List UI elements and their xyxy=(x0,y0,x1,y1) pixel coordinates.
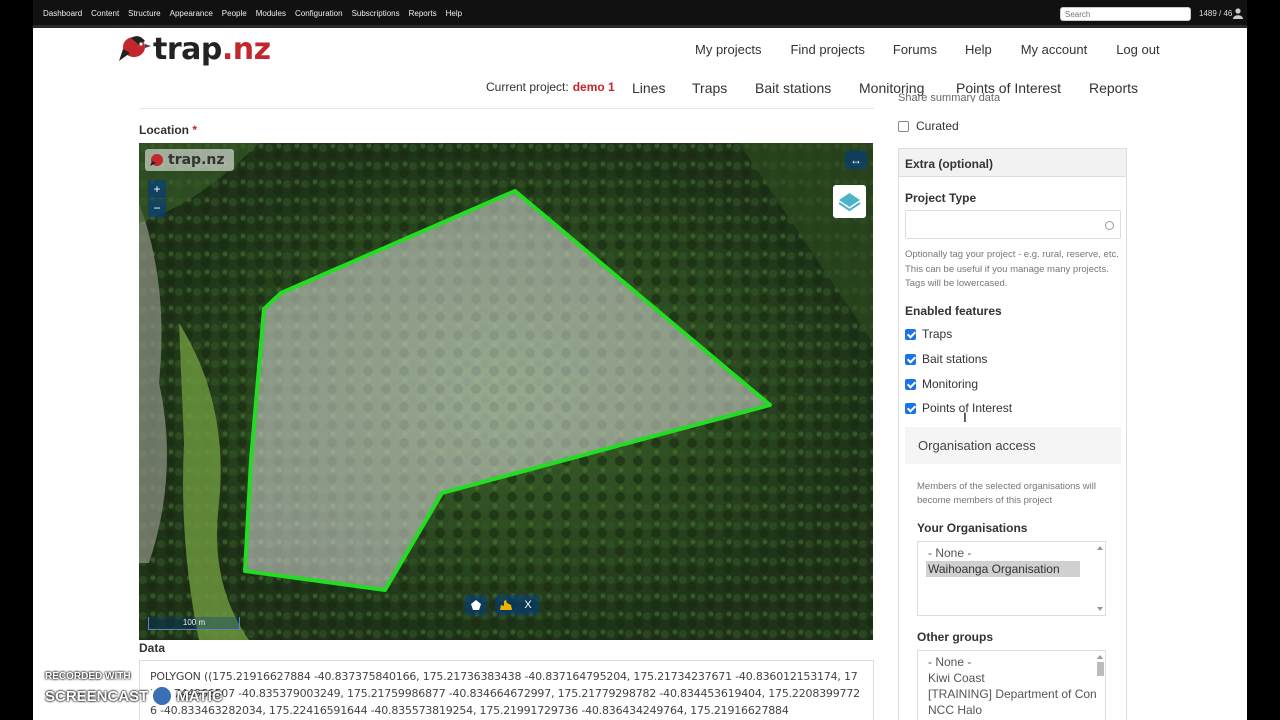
fullscreen-button[interactable]: ↔ xyxy=(845,151,867,169)
project-nav-reports[interactable]: Reports xyxy=(1089,80,1138,96)
project-nav-bait-stations[interactable]: Bait stations xyxy=(755,80,831,96)
other-group-option[interactable]: - None - xyxy=(928,654,1095,670)
site-logo[interactable]: trap.nz xyxy=(117,31,271,67)
admin-menu-structure[interactable]: Structure xyxy=(128,9,160,18)
project-nav-lines[interactable]: Lines xyxy=(632,80,665,96)
your-org-option-none[interactable]: - None - xyxy=(928,545,1095,561)
screencast-watermark: RECORDED WITH SCREENCAST MATIC xyxy=(45,671,223,708)
draw-polygon-button[interactable] xyxy=(465,595,487,615)
bird-logo-icon xyxy=(119,36,151,61)
curated-label: Curated xyxy=(916,119,959,133)
admin-menu-appearance[interactable]: Appearance xyxy=(170,9,213,18)
top-navigation: My projects Find projects Forums Help My… xyxy=(695,42,1160,57)
logo-text-bound: trap.nz xyxy=(153,31,271,67)
scrollbar[interactable] xyxy=(1096,543,1104,614)
scale-bar: 100 m xyxy=(148,617,240,630)
admin-menu-content[interactable]: Content xyxy=(91,9,119,18)
screencast-logo-icon xyxy=(150,684,175,708)
hand-edit-icon xyxy=(500,600,512,610)
other-groups-select[interactable]: - None - Kiwi Coast [TRAINING] Departmen… xyxy=(917,650,1106,720)
bird-logo-icon xyxy=(150,154,163,166)
admin-counter: 1489 / 46 xyxy=(1199,9,1233,18)
drawn-polygon[interactable] xyxy=(139,143,873,640)
scrollbar[interactable] xyxy=(1096,652,1104,720)
layer-switcher-button[interactable] xyxy=(833,185,866,218)
watermark-bottom: SCREENCAST MATIC xyxy=(45,684,223,708)
nav-help[interactable]: Help xyxy=(965,42,992,57)
scroll-up-icon[interactable] xyxy=(1097,546,1103,550)
logo-nz-text: .nz xyxy=(221,31,271,67)
curated-option[interactable]: Curated xyxy=(898,119,959,133)
share-summary-row-partial: Share summary data xyxy=(898,92,1000,102)
admin-menu-modules[interactable]: Modules xyxy=(256,9,286,18)
other-group-option[interactable]: Kiwi Coast xyxy=(928,670,1095,686)
other-group-option[interactable]: [TRAINING] Department of Con xyxy=(928,686,1097,702)
admin-menu-subscriptions[interactable]: Subscriptions xyxy=(352,9,400,18)
scroll-up-icon[interactable] xyxy=(1097,655,1103,659)
map-logo-text: trap.nz xyxy=(168,152,225,168)
location-label: Location * xyxy=(139,123,197,137)
nav-my-account[interactable]: My account xyxy=(1021,42,1087,57)
edit-tools: X xyxy=(495,595,539,615)
organisation-access-help: Members of the selected organisations wi… xyxy=(917,481,1097,506)
org-access-body: Members of the selected organisations wi… xyxy=(898,148,1127,720)
pentagon-icon xyxy=(471,600,481,610)
location-label-text: Location xyxy=(139,123,189,137)
edit-shape-button[interactable] xyxy=(495,595,517,615)
clear-shape-button[interactable]: X xyxy=(517,595,539,615)
current-project: Current project: demo 1 xyxy=(486,80,615,94)
other-groups-label: Other groups xyxy=(917,630,994,644)
curated-checkbox[interactable] xyxy=(898,120,909,132)
project-nav-traps[interactable]: Traps xyxy=(692,80,727,96)
text-cursor-icon: I xyxy=(963,409,967,425)
map-logo: trap.nz xyxy=(145,149,234,171)
admin-menu: Dashboard Content Structure Appearance P… xyxy=(43,9,471,18)
nav-my-projects[interactable]: My projects xyxy=(695,42,761,57)
browser-page: Dashboard Content Structure Appearance P… xyxy=(33,0,1247,720)
logo-text: trap.nz xyxy=(153,32,271,67)
nav-find-projects[interactable]: Find projects xyxy=(790,42,864,57)
admin-search-input[interactable] xyxy=(1060,7,1191,21)
draw-toolbar: X xyxy=(465,595,539,615)
data-label: Data xyxy=(139,641,166,655)
zoom-out-button[interactable]: − xyxy=(148,199,166,217)
polygon-data-field[interactable]: POLYGON ((175.21916627884 -40.8373758401… xyxy=(139,660,874,720)
divider xyxy=(139,108,874,109)
zoom-in-button[interactable]: + xyxy=(148,180,166,198)
watermark-right-text: MATIC xyxy=(176,687,223,705)
nav-forums[interactable]: Forums xyxy=(893,42,937,57)
location-map[interactable]: trap.nz + − ↔ 100 m X xyxy=(139,143,873,640)
your-organisations-label: Your Organisations xyxy=(917,521,1028,535)
user-icon[interactable] xyxy=(1233,8,1243,19)
share-summary-label: Share summary data xyxy=(898,92,1001,102)
scroll-down-icon[interactable] xyxy=(1097,607,1103,611)
project-boundary-polygon[interactable] xyxy=(243,189,772,592)
admin-menu-help[interactable]: Help xyxy=(446,9,462,18)
watermark-left-text: SCREENCAST xyxy=(45,687,149,705)
admin-menu-reports[interactable]: Reports xyxy=(409,9,437,18)
other-group-option[interactable]: NCC Halo xyxy=(928,702,1095,718)
admin-menu-configuration[interactable]: Configuration xyxy=(295,9,343,18)
required-marker: * xyxy=(192,123,198,137)
admin-menu-dashboard[interactable]: Dashboard xyxy=(43,9,82,18)
current-project-value[interactable]: demo 1 xyxy=(573,80,615,94)
your-org-option-selected[interactable]: Waihoanga Organisation xyxy=(926,561,1080,577)
your-organisations-select[interactable]: - None - Waihoanga Organisation xyxy=(917,541,1106,616)
current-project-label: Current project: xyxy=(486,80,569,94)
scroll-thumb[interactable] xyxy=(1097,662,1104,676)
admin-menu-people[interactable]: People xyxy=(222,9,247,18)
admin-toolbar: Dashboard Content Structure Appearance P… xyxy=(33,0,1247,28)
layers-icon xyxy=(838,193,861,212)
watermark-top-text: RECORDED WITH xyxy=(45,671,131,682)
nav-log-out[interactable]: Log out xyxy=(1116,42,1159,57)
